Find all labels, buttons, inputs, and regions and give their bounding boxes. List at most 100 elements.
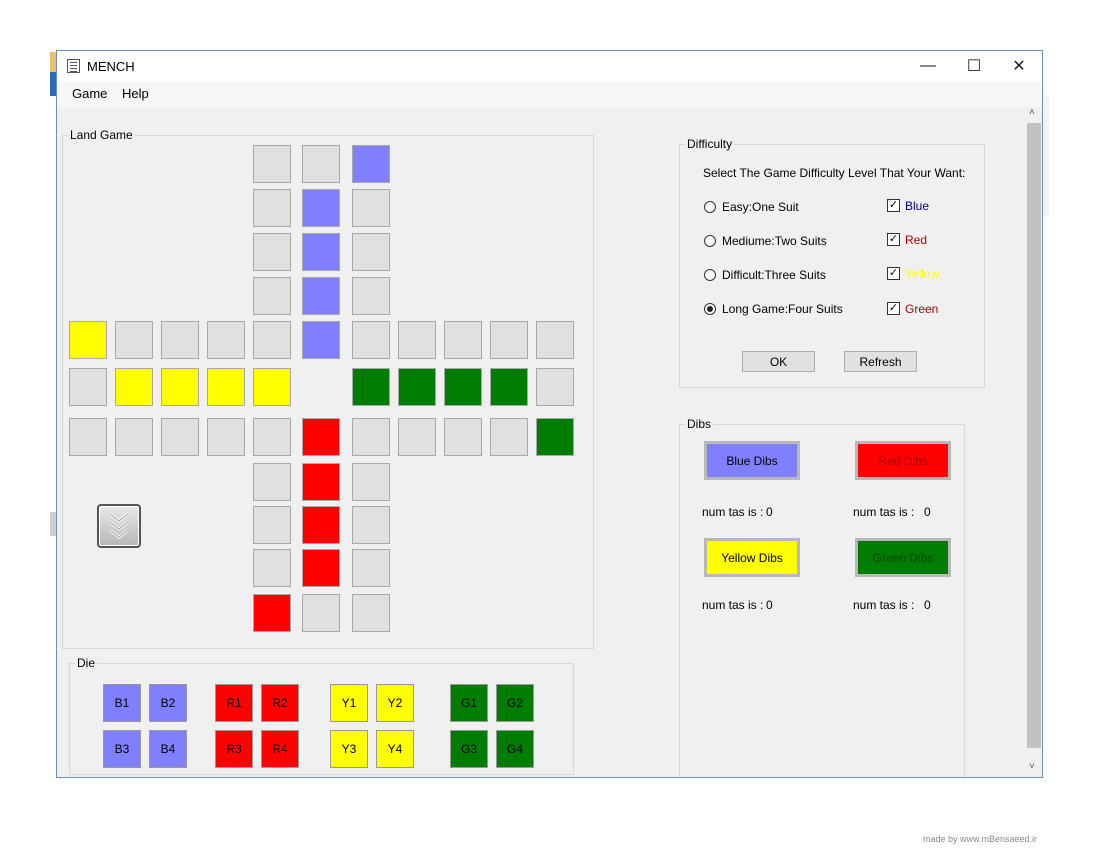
radio-difficult[interactable] [704, 269, 716, 281]
board-cell-grey[interactable] [352, 189, 390, 227]
scroll-down-arrow-icon[interactable]: ˅ [1029, 761, 1035, 772]
red-dibs-button[interactable]: Red Dibs [855, 441, 951, 480]
board-cell-grey[interactable] [490, 321, 528, 359]
close-button[interactable]: ✕ [996, 51, 1042, 81]
die-button-r3[interactable]: R3 [215, 730, 253, 768]
title-bar[interactable]: MENCH — ☐ ✕ [57, 51, 1042, 81]
board-cell-grey[interactable] [352, 277, 390, 315]
radio-easy[interactable] [704, 201, 716, 213]
difficulty-legend: Difficulty [685, 137, 735, 151]
die-button-y3[interactable]: Y3 [330, 730, 368, 768]
board-cell-grey[interactable] [115, 418, 153, 456]
board-cell-grey[interactable] [207, 321, 245, 359]
board-cell-grey[interactable] [352, 506, 390, 544]
board-cell-yellow[interactable] [207, 368, 245, 406]
die-button-r4[interactable]: R4 [261, 730, 299, 768]
board-cell-grey[interactable] [398, 418, 436, 456]
die-button-r1[interactable]: R1 [215, 684, 253, 722]
board-cell-grey[interactable] [352, 594, 390, 632]
blue-dibs-button[interactable]: Blue Dibs [704, 441, 800, 480]
die-button-b3[interactable]: B3 [103, 730, 141, 768]
scroll-up-arrow-icon[interactable]: ˄ [1029, 107, 1035, 118]
board-cell-grey[interactable] [253, 145, 291, 183]
board-cell-grey[interactable] [253, 277, 291, 315]
board-cell-grey[interactable] [253, 189, 291, 227]
board-cell-green[interactable] [536, 418, 574, 456]
board-cell-red[interactable] [253, 594, 291, 632]
board-cell-blue[interactable] [302, 321, 340, 359]
green-dibs-button[interactable]: Green Dibs [855, 538, 951, 577]
checkbox-red-label: Red [905, 233, 928, 247]
board-cell-grey[interactable] [253, 418, 291, 456]
board-cell-yellow[interactable] [115, 368, 153, 406]
board-cell-grey[interactable] [444, 418, 482, 456]
board-cell-grey[interactable] [253, 549, 291, 587]
board-cell-red[interactable] [302, 418, 340, 456]
radio-long-game[interactable] [704, 303, 716, 315]
board-cell-grey[interactable] [69, 368, 107, 406]
radio-medium[interactable] [704, 235, 716, 247]
board-cell-grey[interactable] [490, 418, 528, 456]
die-button-r2[interactable]: R2 [261, 684, 299, 722]
board-cell-blue[interactable] [302, 189, 340, 227]
board-cell-green[interactable] [444, 368, 482, 406]
menu-help[interactable]: Help [122, 86, 149, 101]
board-cell-grey[interactable] [536, 368, 574, 406]
die-button-y4[interactable]: Y4 [376, 730, 414, 768]
board-cell-grey[interactable] [352, 549, 390, 587]
refresh-button[interactable]: Refresh [844, 351, 917, 372]
board-cell-green[interactable] [490, 368, 528, 406]
die-button-b1[interactable]: B1 [103, 684, 141, 722]
board-cell-grey[interactable] [352, 321, 390, 359]
board-cell-grey[interactable] [398, 321, 436, 359]
die-button-y1[interactable]: Y1 [330, 684, 368, 722]
board-cell-grey[interactable] [253, 463, 291, 501]
ok-button[interactable]: OK [742, 351, 815, 372]
board-cell-grey[interactable] [207, 418, 245, 456]
maximize-button[interactable]: ☐ [951, 51, 997, 81]
board-cell-yellow[interactable] [253, 368, 291, 406]
minimize-button[interactable]: — [905, 51, 951, 81]
checkbox-blue[interactable]: ✓ [887, 199, 900, 212]
vertical-scrollbar[interactable]: ˄ ˅ [1026, 107, 1042, 777]
board-cell-grey[interactable] [253, 233, 291, 271]
yellow-count-value: 0 [766, 598, 773, 612]
die-button-b4[interactable]: B4 [149, 730, 187, 768]
board-cell-green[interactable] [352, 368, 390, 406]
board-cell-green[interactable] [398, 368, 436, 406]
board-cell-blue[interactable] [352, 145, 390, 183]
board-cell-red[interactable] [302, 463, 340, 501]
board-cell-grey[interactable] [352, 418, 390, 456]
board-cell-grey[interactable] [352, 233, 390, 271]
board-cell-grey[interactable] [444, 321, 482, 359]
board-cell-grey[interactable] [161, 418, 199, 456]
scrollbar-thumb[interactable] [1027, 123, 1041, 748]
checkbox-green[interactable]: ✓ [887, 302, 900, 315]
die-button-g4[interactable]: G4 [496, 730, 534, 768]
checkbox-red[interactable]: ✓ [887, 233, 900, 246]
player-piece[interactable] [97, 504, 141, 548]
board-cell-red[interactable] [302, 506, 340, 544]
yellow-dibs-button[interactable]: Yellow Dibs [704, 538, 800, 577]
menu-game[interactable]: Game [72, 86, 107, 101]
die-button-y2[interactable]: Y2 [376, 684, 414, 722]
board-cell-yellow[interactable] [161, 368, 199, 406]
die-button-g2[interactable]: G2 [496, 684, 534, 722]
board-cell-grey[interactable] [253, 506, 291, 544]
die-button-g3[interactable]: G3 [450, 730, 488, 768]
board-cell-grey[interactable] [161, 321, 199, 359]
board-cell-grey[interactable] [253, 321, 291, 359]
board-cell-grey[interactable] [352, 463, 390, 501]
checkbox-yellow[interactable]: ✓ [887, 267, 900, 280]
board-cell-grey[interactable] [115, 321, 153, 359]
board-cell-grey[interactable] [536, 321, 574, 359]
board-cell-yellow[interactable] [69, 321, 107, 359]
board-cell-blue[interactable] [302, 277, 340, 315]
die-button-g1[interactable]: G1 [450, 684, 488, 722]
board-cell-grey[interactable] [302, 145, 340, 183]
board-cell-red[interactable] [302, 549, 340, 587]
board-cell-blue[interactable] [302, 233, 340, 271]
board-cell-grey[interactable] [302, 594, 340, 632]
board-cell-grey[interactable] [69, 418, 107, 456]
die-button-b2[interactable]: B2 [149, 684, 187, 722]
